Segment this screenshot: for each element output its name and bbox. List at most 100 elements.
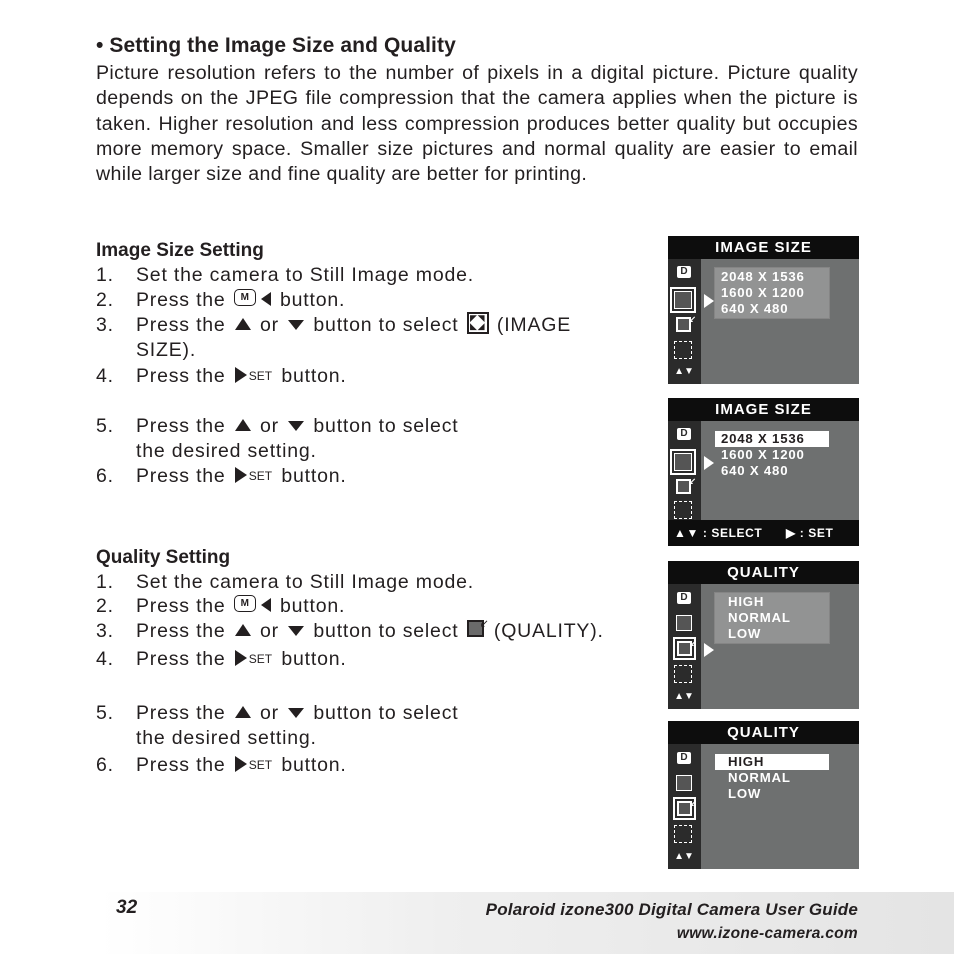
lcd-title: IMAGE SIZE (668, 236, 859, 259)
lcd-title: QUALITY (668, 721, 859, 744)
pointer-arrow-icon (704, 456, 714, 470)
option-normal[interactable]: NORMAL (715, 770, 829, 786)
option-high-selected[interactable]: HIGH (715, 754, 829, 770)
option-1600x1200[interactable]: 1600 X 1200 (715, 285, 829, 301)
set-label: SET (248, 758, 273, 772)
option-list: HIGH NORMAL LOW (714, 592, 830, 644)
step-continuation: the desired setting. (136, 440, 317, 462)
quality-icon (673, 634, 697, 660)
step-text: (QUALITY). (493, 620, 604, 642)
up-down-nav-icon: ▲▼ (674, 366, 694, 377)
step-number: 6. (96, 754, 114, 776)
image-size-step-4: 4. Press the SET button. (96, 364, 347, 391)
step-text: Press the (136, 465, 226, 487)
step-number: 3. (96, 620, 114, 642)
quality-icon (466, 612, 490, 638)
step-number: 4. (96, 365, 114, 387)
option-list: HIGH NORMAL LOW (714, 752, 830, 804)
image-size-step-1: 1. Set the camera to Still Image mode. (96, 263, 474, 288)
camera-mode-icon: D (677, 428, 691, 440)
effect-icon (674, 341, 692, 359)
website-url: www.izone-camera.com (676, 925, 858, 942)
up-arrow-icon (234, 317, 251, 330)
step-text: Set the camera to Still Image mode. (136, 571, 474, 593)
down-arrow-icon (288, 625, 305, 636)
lcd-sidebar: D ▲▼ (668, 259, 701, 384)
quality-icon (676, 310, 696, 332)
option-low[interactable]: LOW (715, 786, 829, 802)
up-down-nav-icon: ▲▼ (674, 851, 694, 862)
image-size-step-3: 3. Press the or button to select ◤◥ ◣◢ (IM… (96, 311, 572, 363)
up-arrow-icon (234, 705, 251, 718)
down-arrow-icon (288, 707, 305, 718)
step-text: or (260, 314, 279, 336)
guide-title: Polaroid izone300 Digital Camera User Gu… (485, 900, 858, 919)
set-label: SET (248, 469, 273, 483)
step-continuation: the desired setting. (136, 727, 317, 749)
step-text: button to select (313, 620, 459, 642)
step-number: 2. (96, 289, 114, 311)
image-size-step-2: 2. Press the M button. (96, 288, 345, 313)
step-number: 3. (96, 314, 114, 336)
up-arrow-icon (234, 623, 251, 636)
camera-mode-icon: D (677, 266, 691, 278)
lcd-image-size-menu: IMAGE SIZE D ▲▼ 2048 X 1536 1600 X 1200 … (668, 236, 859, 384)
set-label: SET (248, 369, 273, 383)
step-text: Press the (136, 702, 226, 724)
lcd-title: QUALITY (668, 561, 859, 584)
quality-icon (676, 472, 696, 494)
step-text: button. (281, 648, 347, 670)
image-size-icon (676, 775, 692, 791)
step-text: (IMAGE (496, 314, 572, 336)
option-1600x1200[interactable]: 1600 X 1200 (715, 447, 829, 463)
left-arrow-icon (260, 597, 271, 612)
step-text: Set the camera to Still Image mode. (136, 264, 474, 286)
menu-button-icon: M (233, 289, 256, 307)
intro-paragraph: Picture resolution refers to the number … (96, 62, 858, 186)
quality-step-3: 3. Press the or button to select (QUALITY… (96, 612, 604, 644)
option-low[interactable]: LOW (715, 626, 829, 642)
step-text: button to select (313, 702, 459, 724)
page-number: 32 (116, 897, 138, 918)
step-text: Press the (136, 648, 226, 670)
camera-mode-icon: D (677, 752, 691, 764)
image-size-setting-title: Image Size Setting (96, 240, 264, 261)
right-arrow-icon (234, 466, 247, 483)
select-hint: ▲▼ : SELECT (674, 526, 763, 540)
set-label: SET (248, 652, 273, 666)
step-number: 2. (96, 595, 114, 617)
step-number: 1. (96, 264, 114, 286)
quality-step-6: 6. Press the SET button. (96, 753, 347, 780)
option-640x480[interactable]: 640 X 480 (715, 463, 829, 479)
step-text: button. (281, 365, 347, 387)
image-size-icon (670, 449, 696, 475)
step-number: 1. (96, 571, 114, 593)
option-2048x1536-selected[interactable]: 2048 X 1536 (715, 431, 829, 447)
image-size-icon (676, 615, 692, 631)
up-arrow-icon (234, 418, 251, 431)
effect-icon (674, 501, 692, 519)
step-text: or (260, 702, 279, 724)
step-text: Press the (136, 415, 226, 437)
option-640x480[interactable]: 640 X 480 (715, 301, 829, 317)
option-2048x1536[interactable]: 2048 X 1536 (715, 269, 829, 285)
step-text: or (260, 620, 279, 642)
option-high[interactable]: HIGH (715, 594, 829, 610)
quality-step-1: 1. Set the camera to Still Image mode. (96, 570, 474, 595)
step-text: button. (280, 289, 346, 311)
step-number: 5. (96, 415, 114, 437)
step-continuation: SIZE). (136, 339, 197, 361)
step-number: 6. (96, 465, 114, 487)
step-text: button. (281, 465, 347, 487)
lcd-sidebar: D ▲▼ (668, 744, 701, 869)
quality-step-5: 5. Press the or button to select the desi… (96, 701, 458, 751)
step-text: Press the (136, 314, 226, 336)
image-size-step-5: 5. Press the or button to select the desi… (96, 414, 458, 464)
step-text: button. (280, 595, 346, 617)
quality-setting-title: Quality Setting (96, 547, 231, 568)
step-text: button. (281, 754, 347, 776)
option-normal[interactable]: NORMAL (715, 610, 829, 626)
image-size-icon: ◤◥ ◣◢ (466, 311, 489, 334)
right-arrow-icon (234, 649, 247, 666)
effect-icon (674, 665, 692, 683)
